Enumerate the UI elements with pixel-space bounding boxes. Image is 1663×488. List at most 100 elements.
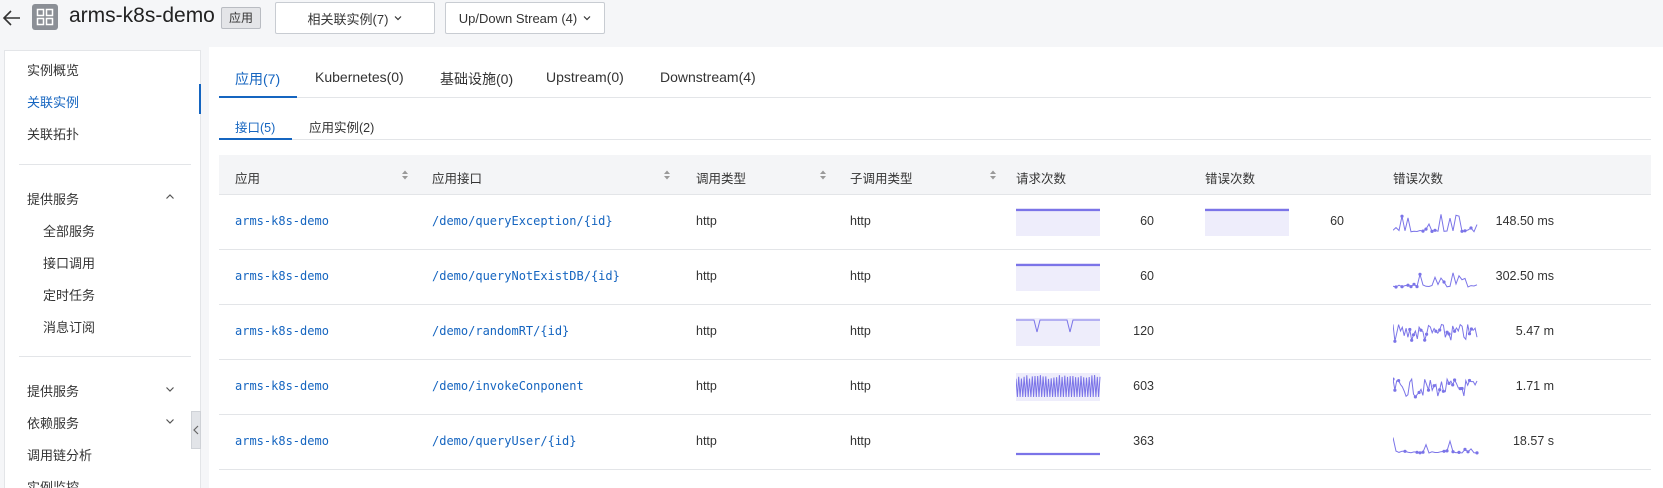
- api-link[interactable]: /demo/invokeConponent: [432, 379, 584, 393]
- primary-tabs: 应用(7) Kubernetes(0) 基础设施(0) Upstream(0) …: [219, 61, 1651, 98]
- sidebar-active-indicator: [199, 84, 201, 114]
- sidebar-item-message-subscriptions[interactable]: 消息订阅: [43, 317, 95, 336]
- column-header-requests: 请求次数: [1016, 172, 1067, 186]
- requests-value: 603: [1133, 379, 1154, 393]
- sort-icon[interactable]: [401, 169, 409, 181]
- sort-icon[interactable]: [663, 169, 671, 181]
- column-header-api: 应用接口: [432, 172, 483, 186]
- sort-icon[interactable]: [989, 169, 997, 181]
- tab-applications[interactable]: 应用(7): [235, 69, 280, 89]
- requests-value: 120: [1133, 324, 1154, 338]
- api-link[interactable]: /demo/queryUser/{id}: [432, 434, 577, 448]
- chevron-left-icon: [193, 425, 199, 435]
- call-type-cell: http: [696, 214, 717, 228]
- tab-downstream[interactable]: Downstream(4): [660, 69, 756, 85]
- secondary-tabs: 接口(5) 应用实例(2): [219, 107, 1651, 140]
- sidebar-group-provided-services-2[interactable]: 提供服务: [27, 381, 79, 400]
- sidebar-group-provided-services[interactable]: 提供服务: [27, 189, 79, 208]
- response-time-sparkline: [1393, 323, 1478, 343]
- table-row: arms-k8s-demo/demo/invokeConponent http ht…: [219, 360, 1651, 415]
- related-instances-label: 相关联实例(7): [307, 11, 389, 27]
- requests-sparkline: [1016, 208, 1100, 236]
- chevron-up-icon[interactable]: [165, 192, 175, 202]
- requests-sparkline: [1016, 452, 1100, 456]
- app-link[interactable]: arms-k8s-demo: [235, 269, 329, 283]
- column-header-response-time: 错误次数: [1393, 172, 1444, 186]
- column-header-sub-call-type: 子调用类型: [850, 172, 913, 186]
- chevron-down-icon[interactable]: [165, 416, 175, 426]
- requests-value: 363: [1133, 434, 1154, 448]
- tab-upstream[interactable]: Upstream(0): [546, 69, 624, 85]
- app-link[interactable]: arms-k8s-demo: [235, 379, 329, 393]
- sub-call-type-cell: http: [850, 269, 871, 283]
- table-row: arms-k8s-demo/demo/randomRT/{id} http http…: [219, 305, 1651, 360]
- back-arrow-icon[interactable]: [2, 8, 22, 28]
- related-instances-dropdown[interactable]: 相关联实例(7): [275, 2, 435, 34]
- column-header-app: 应用: [235, 172, 261, 186]
- main-panel: 应用(7) Kubernetes(0) 基础设施(0) Upstream(0) …: [209, 47, 1663, 488]
- api-link[interactable]: /demo/queryNotExistDB/{id}: [432, 269, 620, 283]
- response-time-sparkline: [1393, 272, 1478, 289]
- table-row: arms-k8s-demo/demo/queryNotExistDB/{id} h…: [219, 250, 1651, 305]
- sidebar-item-all-services[interactable]: 全部服务: [43, 221, 95, 240]
- sub-call-type-cell: http: [850, 214, 871, 228]
- sub-call-type-cell: http: [850, 379, 871, 393]
- chevron-down-icon: [583, 16, 591, 21]
- sidebar-collapse-handle[interactable]: [191, 411, 201, 449]
- app-type-badge: 应用: [221, 7, 262, 29]
- chevron-down-icon: [395, 16, 402, 21]
- stream-label: Up/Down Stream (4): [458, 10, 578, 26]
- sidebar-item-trace-analysis[interactable]: 调用链分析: [27, 445, 92, 464]
- tab-kubernetes[interactable]: Kubernetes(0): [315, 69, 404, 85]
- table-row: arms-k8s-demo/demo/queryUser/{id} http htt…: [219, 415, 1651, 470]
- sidebar-item-scheduled-tasks[interactable]: 定时任务: [43, 285, 95, 304]
- call-type-cell: http: [696, 324, 717, 338]
- sub-call-type-cell: http: [850, 324, 871, 338]
- response-time-sparkline: [1393, 437, 1479, 455]
- sidebar-divider: [19, 356, 191, 357]
- errors-value: 60: [1330, 214, 1344, 228]
- response-time-value: 18.57 s: [1512, 434, 1554, 448]
- errors-sparkline: [1205, 208, 1289, 236]
- api-link[interactable]: /demo/randomRT/{id}: [432, 324, 569, 338]
- requests-value: 60: [1140, 214, 1154, 228]
- sort-icon[interactable]: [819, 169, 827, 181]
- response-time-value: 1.71 m: [1515, 379, 1554, 393]
- sidebar-divider: [19, 164, 191, 165]
- tab-infrastructure[interactable]: 基础设施(0): [440, 69, 513, 89]
- sidebar-group-dependent-services[interactable]: 依赖服务: [27, 413, 79, 432]
- response-time-value: 5.47 m: [1515, 324, 1554, 338]
- app-link[interactable]: arms-k8s-demo: [235, 214, 329, 228]
- sidebar-item-overview[interactable]: 实例概览: [27, 60, 79, 79]
- chevron-down-icon[interactable]: [165, 384, 175, 394]
- sidebar: 实例概览 关联实例 关联拓扑 提供服务 全部服务 接口调用 定时任务 消息订阅 …: [4, 50, 201, 488]
- up-down-stream-dropdown[interactable]: Up/Down Stream (4): [445, 2, 605, 34]
- page-title: arms-k8s-demo: [69, 4, 215, 27]
- active-tab-indicator: [219, 96, 297, 98]
- requests-sparkline: [1016, 263, 1100, 291]
- requests-value: 60: [1140, 269, 1154, 283]
- requests-sparkline: [1016, 318, 1100, 346]
- table-row: arms-k8s-demo/demo/queryException/{id} ht…: [219, 195, 1651, 250]
- response-time-value: 302.50 ms: [1495, 269, 1554, 283]
- app-link[interactable]: arms-k8s-demo: [235, 324, 329, 338]
- sidebar-item-api-calls[interactable]: 接口调用: [43, 253, 95, 272]
- column-header-errors: 错误次数: [1205, 172, 1256, 186]
- call-type-cell: http: [696, 379, 717, 393]
- response-time-value: 148.50 ms: [1495, 214, 1554, 228]
- app-link[interactable]: arms-k8s-demo: [235, 434, 329, 448]
- table-header: 应用 应用接口 调用类型 子调用类型 请求次数 错误次数 错误次数: [219, 155, 1651, 195]
- sidebar-item-related-topology[interactable]: 关联拓扑: [27, 124, 79, 143]
- sub-call-type-cell: http: [850, 434, 871, 448]
- api-link[interactable]: /demo/queryException/{id}: [432, 214, 613, 228]
- active-subtab-indicator: [219, 138, 292, 140]
- tab-app-instances[interactable]: 应用实例(2): [309, 117, 374, 136]
- response-time-sparkline: [1393, 214, 1478, 233]
- app-grid-icon: [32, 4, 58, 30]
- sidebar-item-instance-monitor[interactable]: 实例监控: [27, 477, 79, 488]
- tab-interfaces[interactable]: 接口(5): [235, 117, 275, 136]
- requests-sparkline: [1016, 373, 1101, 401]
- sidebar-item-related-instances[interactable]: 关联实例: [27, 92, 79, 111]
- column-header-call-type: 调用类型: [696, 172, 747, 186]
- response-time-sparkline: [1393, 377, 1478, 399]
